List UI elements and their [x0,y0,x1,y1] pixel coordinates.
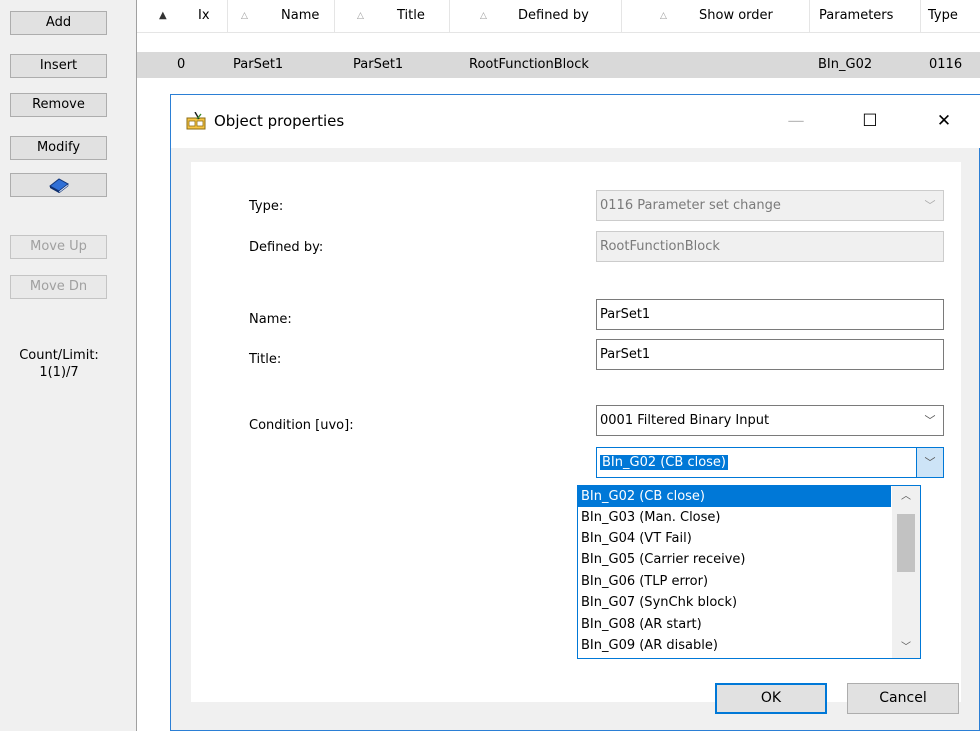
scroll-up-icon[interactable]: ︿ [892,486,920,507]
parameter-value: BIn_G02 (CB close) [600,455,728,470]
parameter-select[interactable]: BIn_G02 (CB close) ﹀ [596,447,944,478]
count-limit: Count/Limit: 1(1)/7 [0,347,118,381]
cell-ix: 0 [177,57,186,72]
object-properties-dialog: Object properties — ☐ ✕ Type: Defined by… [170,94,980,731]
cell-parameters: BIn_G02 [818,57,873,72]
insert-button[interactable]: Insert [10,54,107,78]
chevron-down-icon[interactable]: ﹀ [916,448,943,477]
dropdown-item[interactable]: BIn_G07 (SynChk block) [578,592,891,613]
title-label: Title: [249,352,282,367]
title-value: ParSet1 [600,347,651,362]
cell-name: ParSet1 [233,57,284,72]
maximize-button[interactable]: ☐ [847,95,893,148]
defined-by-value: RootFunctionBlock [600,239,720,254]
sort-asc-icon: ▲ [159,10,167,21]
type-value: 0116 Parameter set change [600,198,781,213]
condition-select[interactable]: 0001 Filtered Binary Input ﹀ [596,405,944,436]
column-header-defined-by[interactable]: △ Defined by [450,0,622,32]
book-icon [48,178,69,194]
scrollbar-thumb[interactable] [897,514,915,572]
table-row[interactable]: 0 ParSet1 ParSet1 RootFunctionBlock BIn_… [137,52,980,78]
column-header-type[interactable]: Type [921,0,980,32]
move-up-button[interactable]: Move Up [10,235,107,259]
sort-icon: △ [357,11,364,21]
column-header-show-order[interactable]: △ Show order [622,0,810,32]
condition-value: 0001 Filtered Binary Input [600,413,770,428]
dialog-titlebar[interactable]: Object properties — ☐ ✕ [171,95,980,148]
type-label: Type: [249,199,284,214]
parameter-dropdown-list[interactable]: BIn_G02 (CB close) BIn_G03 (Man. Close) … [577,485,921,659]
move-down-button[interactable]: Move Dn [10,275,107,299]
modify-button[interactable]: Modify [10,136,107,160]
maximize-icon: ☐ [862,111,878,131]
dropdown-item[interactable]: BIn_G06 (TLP error) [578,571,891,592]
minimize-button[interactable]: — [773,95,819,148]
close-icon: ✕ [936,111,952,131]
name-input[interactable]: ParSet1 [596,299,944,330]
dropdown-item[interactable]: BIn_G05 (Carrier receive) [578,549,891,570]
column-header-ix[interactable]: ▲ Ix [137,0,228,32]
dropdown-scrollbar[interactable]: ︿ ﹀ [892,486,920,658]
remove-button[interactable]: Remove [10,93,107,117]
minimize-icon: — [787,111,805,131]
sort-icon: △ [480,11,487,21]
cancel-button[interactable]: Cancel [847,683,959,714]
chevron-down-icon: ﹀ [924,414,936,427]
header-divider [137,32,980,33]
count-limit-value: 1(1)/7 [39,365,79,380]
dropdown-item[interactable]: BIn_G02 (CB close) [578,486,891,507]
dropdown-item[interactable]: BIn_G09 (AR disable) [578,635,891,656]
dropdown-item[interactable]: BIn_G08 (AR start) [578,614,891,635]
chevron-down-icon: ﹀ [924,199,936,212]
name-label: Name: [249,312,292,327]
defined-by-field: RootFunctionBlock [596,231,944,262]
cell-defined-by: RootFunctionBlock [469,57,589,72]
defined-by-label: Defined by: [249,240,324,255]
cell-type: 0116 [929,57,963,72]
cell-title: ParSet1 [353,57,404,72]
type-select[interactable]: 0116 Parameter set change ﹀ [596,190,944,221]
title-input[interactable]: ParSet1 [596,339,944,370]
properties-icon [186,112,206,130]
column-header-title[interactable]: △ Title [335,0,450,32]
sort-icon: △ [241,11,248,21]
column-header-name[interactable]: △ Name [228,0,335,32]
column-header-parameters[interactable]: Parameters [810,0,921,32]
count-limit-label: Count/Limit: [19,348,99,363]
dropdown-item[interactable]: BIn_G04 (VT Fail) [578,528,891,549]
scroll-down-icon[interactable]: ﹀ [892,637,920,658]
dialog-title: Object properties [214,112,345,130]
help-book-button[interactable] [10,173,107,197]
sort-icon: △ [660,11,667,21]
name-value: ParSet1 [600,307,651,322]
condition-label: Condition [uvo]: [249,418,354,433]
add-button[interactable]: Add [10,11,107,35]
ok-button[interactable]: OK [715,683,827,714]
dropdown-item[interactable]: BIn_G03 (Man. Close) [578,507,891,528]
close-button[interactable]: ✕ [921,95,967,148]
